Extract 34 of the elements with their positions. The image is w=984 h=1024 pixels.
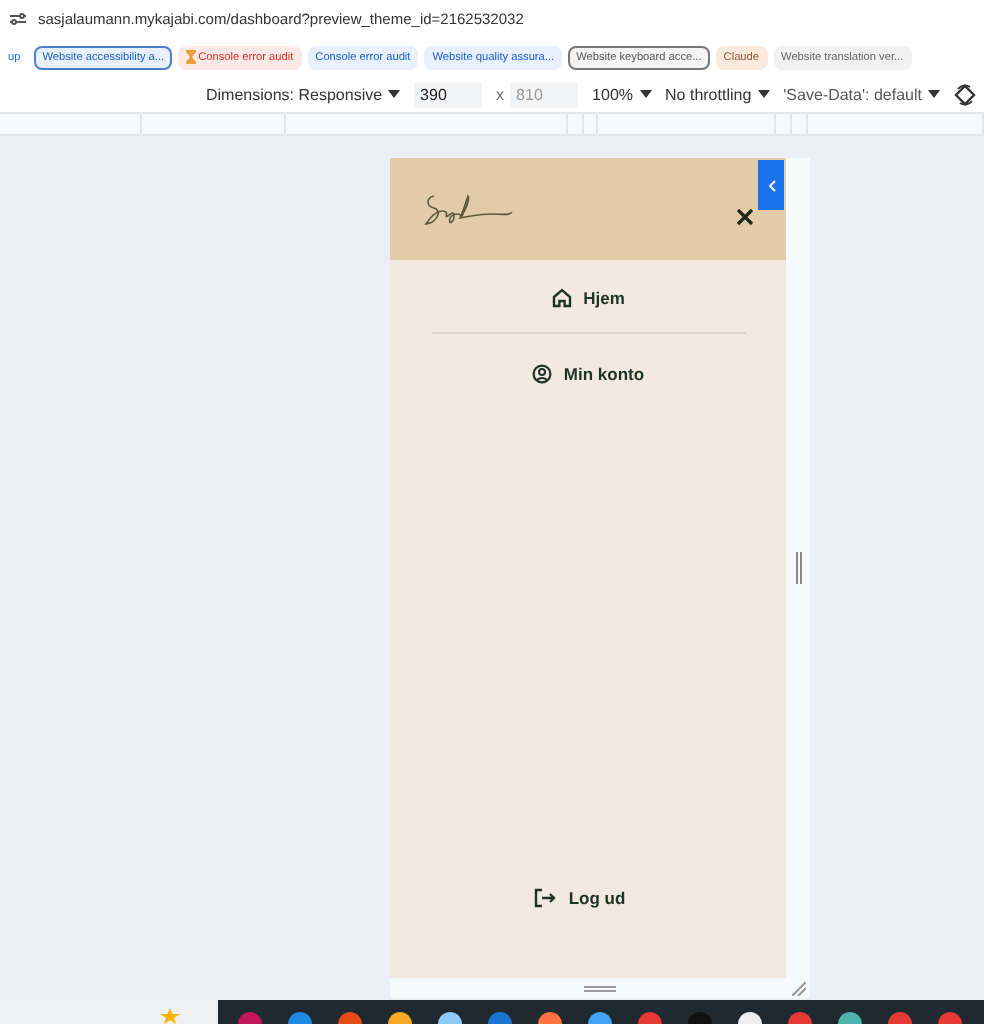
taskbar-app-icon[interactable] [588, 1012, 612, 1024]
close-icon [736, 208, 754, 226]
menu-link[interactable]: Hjem [551, 284, 625, 312]
caret-icon [757, 90, 770, 98]
taskbar-app-icon[interactable] [538, 1012, 562, 1024]
dimensions-dropdown[interactable]: Dimensions: Responsive [206, 85, 401, 103]
taskbar-app-icon[interactable] [838, 1012, 862, 1024]
chevron-left-icon [767, 179, 775, 191]
taskbar-app-icon[interactable] [438, 1012, 462, 1024]
menu-link[interactable]: Min konto [531, 360, 645, 388]
collapse-button[interactable] [758, 160, 784, 210]
taskbar-app-icon[interactable] [388, 1012, 412, 1024]
caret-icon [927, 90, 940, 98]
logout-link[interactable]: Log ud [534, 884, 626, 912]
throttling-dropdown[interactable]: No throttling [665, 85, 770, 103]
site-settings-icon[interactable] [10, 12, 26, 26]
close-button[interactable] [736, 208, 754, 226]
hourglass-icon [186, 50, 197, 64]
logout-icon [534, 888, 557, 908]
resize-handle[interactable] [795, 552, 801, 584]
height-field[interactable]: 810 [510, 81, 579, 107]
star-icon [160, 1008, 180, 1024]
rotate-icon[interactable] [953, 83, 976, 105]
account-icon [531, 364, 552, 384]
zoom-dropdown[interactable]: 100% [592, 85, 652, 103]
save-data-dropdown[interactable]: 'Save-Data': default [783, 85, 940, 103]
taskbar-app-icon[interactable] [738, 1012, 762, 1024]
width-field[interactable]: 390 [414, 81, 483, 107]
times-sign: x [496, 85, 505, 103]
resize-handle[interactable] [584, 985, 616, 991]
caret-icon [388, 90, 401, 98]
resize-corner-icon[interactable] [792, 982, 806, 996]
home-icon [551, 288, 572, 308]
caret-icon [639, 90, 652, 98]
